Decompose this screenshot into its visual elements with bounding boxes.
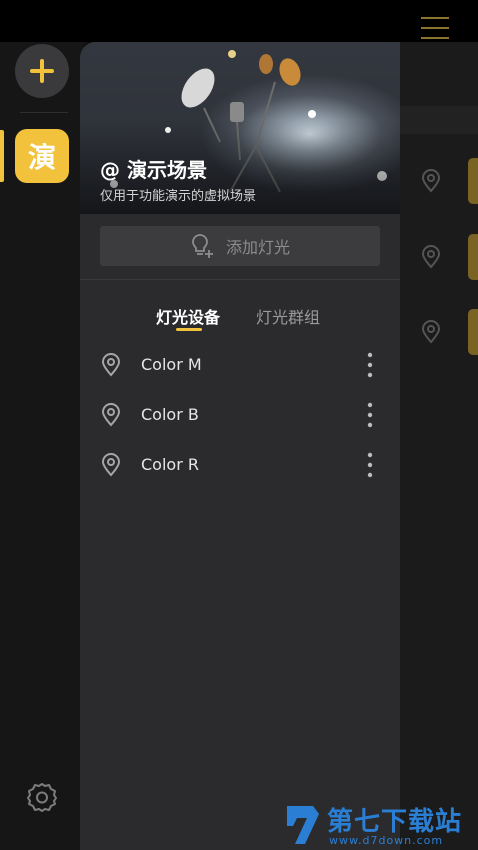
light-name: Color B bbox=[141, 405, 199, 424]
add-scene-button[interactable] bbox=[15, 44, 69, 98]
site-watermark: 第七下载站 www.d7down.com bbox=[283, 800, 473, 848]
watermark-name: 第七下载站 bbox=[327, 807, 463, 837]
watermark-logo-icon bbox=[287, 806, 319, 844]
location-pin-icon bbox=[101, 453, 121, 477]
location-pin-icon bbox=[101, 353, 121, 377]
light-tabs: 灯光设备 灯光群组 bbox=[80, 300, 400, 340]
scene-title: @ 演示场景 bbox=[100, 158, 207, 182]
background-light-row bbox=[400, 232, 478, 282]
active-tab-underline bbox=[176, 328, 202, 331]
scene-subtitle: 仅用于功能演示的虚拟场景 bbox=[100, 189, 257, 204]
add-light-button[interactable]: 添加灯光 bbox=[100, 226, 380, 266]
panel-divider bbox=[80, 279, 400, 280]
list-item[interactable]: Color M bbox=[80, 340, 400, 390]
location-pin-icon bbox=[421, 245, 441, 269]
menu-icon[interactable] bbox=[421, 15, 449, 41]
location-pin-icon bbox=[101, 403, 121, 427]
scene-drawer: @ 演示场景 仅用于功能演示的虚拟场景 添加灯光 灯光设备 灯光群组 Color… bbox=[80, 42, 400, 850]
background-light-tag bbox=[468, 158, 478, 204]
main-header-strip bbox=[400, 106, 478, 134]
background-light-row bbox=[400, 156, 478, 206]
rail-divider bbox=[20, 112, 68, 113]
list-item[interactable]: Color R bbox=[80, 440, 400, 490]
light-name: Color M bbox=[141, 355, 202, 374]
watermark-url: www.d7down.com bbox=[329, 834, 444, 847]
background-light-row bbox=[400, 307, 478, 357]
bulb-plus-icon bbox=[192, 234, 213, 258]
more-vertical-icon[interactable] bbox=[360, 450, 380, 480]
scene-cover-image: @ 演示场景 仅用于功能演示的虚拟场景 bbox=[80, 42, 400, 214]
status-bar bbox=[0, 0, 478, 42]
add-light-label: 添加灯光 bbox=[225, 238, 290, 257]
active-scene-indicator bbox=[0, 130, 4, 182]
scene-tile-demo[interactable]: 演 bbox=[15, 129, 69, 183]
plus-icon bbox=[30, 59, 54, 83]
more-vertical-icon[interactable] bbox=[360, 350, 380, 380]
settings-button[interactable] bbox=[26, 781, 58, 813]
tab-light-groups[interactable]: 灯光群组 bbox=[256, 304, 320, 328]
main-page-background bbox=[400, 42, 478, 850]
list-item[interactable]: Color B bbox=[80, 390, 400, 440]
background-light-tag bbox=[468, 309, 478, 355]
location-pin-icon bbox=[421, 320, 441, 344]
light-name: Color R bbox=[141, 455, 199, 474]
scene-rail: 演 bbox=[0, 42, 84, 850]
location-pin-icon bbox=[421, 169, 441, 193]
background-light-tag bbox=[468, 234, 478, 280]
tab-light-devices[interactable]: 灯光设备 bbox=[156, 304, 220, 328]
light-list: Color M Color B Color R bbox=[80, 340, 400, 490]
more-vertical-icon[interactable] bbox=[360, 400, 380, 430]
gear-icon bbox=[27, 783, 57, 812]
